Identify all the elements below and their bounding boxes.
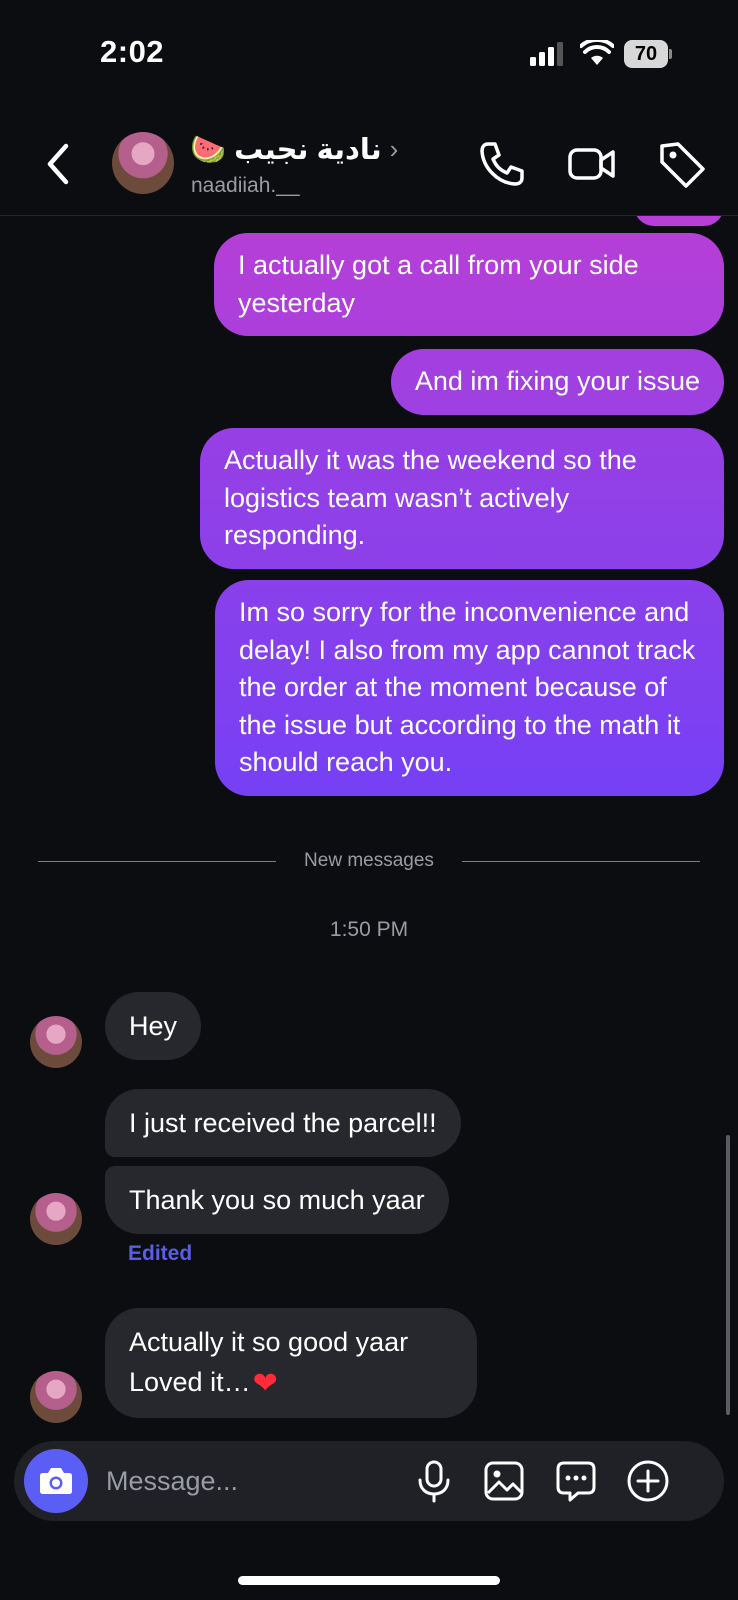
message-text: And im fixing your issue	[414, 366, 700, 396]
contact-username: naadiiah.__	[191, 174, 300, 197]
message-text: I just received the parcel!!	[129, 1108, 437, 1138]
sender-avatar[interactable]	[30, 1193, 82, 1245]
status-time: 2:02	[100, 34, 165, 69]
plus-icon[interactable]	[626, 1459, 670, 1503]
incoming-message[interactable]: I just received the parcel!!	[105, 1089, 461, 1157]
microphone-icon[interactable]	[412, 1459, 456, 1503]
tag-icon[interactable]	[656, 138, 708, 190]
outgoing-message-partial	[634, 216, 724, 226]
sender-avatar[interactable]	[30, 1371, 82, 1423]
message-text: Hey	[129, 1011, 178, 1041]
message-timestamp: 1:50 PM	[329, 918, 409, 941]
cellular-signal-icon	[530, 42, 566, 66]
gallery-icon[interactable]	[482, 1459, 526, 1503]
outgoing-message[interactable]: Im so sorry for the inconvenience and de…	[215, 580, 724, 796]
contact-name-text: نادية نجيب	[234, 134, 382, 166]
outgoing-message[interactable]: Actually it was the weekend so the logis…	[200, 428, 724, 569]
chat-header: 🍉 نادية نجيب › naadiiah.__	[0, 110, 738, 216]
battery-level: 70	[624, 40, 668, 68]
incoming-message[interactable]: Actually it so good yaar Loved it…❤	[105, 1308, 477, 1418]
incoming-message[interactable]: Thank you so much yaar	[105, 1166, 449, 1234]
message-text: Im so sorry for the inconvenience and de…	[239, 597, 696, 777]
camera-icon	[40, 1468, 72, 1494]
divider-label: New messages	[304, 850, 434, 871]
wifi-icon	[580, 40, 614, 65]
status-bar: 2:02 70	[0, 0, 738, 110]
message-text: Actually it was the weekend so the logis…	[224, 445, 637, 550]
phone-call-icon[interactable]	[476, 138, 528, 190]
message-input[interactable]	[106, 1463, 396, 1499]
battery-icon: 70	[624, 40, 672, 68]
message-thread[interactable]: I actually got a call from your side yes…	[0, 216, 738, 1441]
home-indicator[interactable]	[238, 1576, 500, 1585]
camera-button[interactable]	[24, 1449, 88, 1513]
outgoing-message[interactable]: I actually got a call from your side yes…	[214, 233, 724, 336]
message-text: Thank you so much yaar	[129, 1185, 425, 1215]
message-text: Actually it so good yaar	[129, 1327, 409, 1357]
video-call-icon[interactable]	[566, 138, 618, 190]
sender-avatar[interactable]	[30, 1016, 82, 1068]
scrollbar[interactable]	[726, 1135, 730, 1415]
incoming-message[interactable]: Hey	[105, 992, 202, 1060]
new-messages-divider: New messages	[38, 850, 700, 872]
contact-name[interactable]: 🍉 نادية نجيب ›	[190, 132, 398, 167]
message-text: Loved it…	[129, 1367, 251, 1397]
heart-emoji: ❤	[252, 1366, 278, 1400]
chevron-right-icon: ›	[389, 134, 399, 164]
outgoing-message[interactable]: And im fixing your issue	[390, 349, 724, 415]
back-icon[interactable]	[40, 140, 76, 188]
message-composer	[14, 1441, 724, 1521]
message-text: I actually got a call from your side yes…	[238, 250, 639, 318]
contact-avatar[interactable]	[112, 132, 174, 194]
contact-emoji: 🍉	[190, 133, 227, 166]
edited-label: Edited	[128, 1242, 193, 1265]
sticker-chat-icon[interactable]	[554, 1459, 598, 1503]
